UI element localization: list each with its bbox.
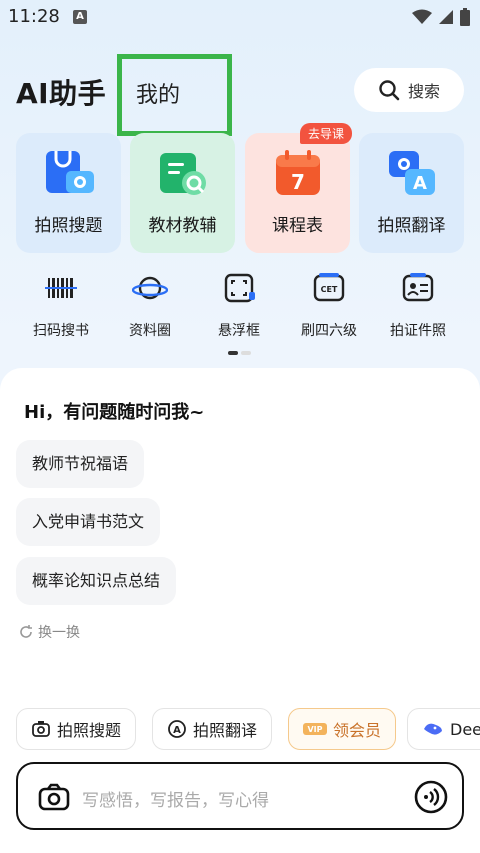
card-photo-search[interactable]: 拍照搜题: [16, 133, 121, 253]
deepseek-icon: [424, 723, 442, 735]
card-schedule[interactable]: 去导课 7 课程表: [245, 123, 352, 253]
app-notification-icon: A: [73, 10, 87, 24]
photo-search-icon: [46, 151, 94, 193]
chat-input-bar[interactable]: 写感悟，写报告，写心得: [16, 762, 464, 830]
tool-label: 扫码搜书: [33, 323, 89, 339]
suggestion-item[interactable]: 概率论知识点总结: [16, 557, 177, 605]
chip-label: Dee: [450, 719, 480, 739]
card-label: 拍照搜题: [34, 216, 103, 236]
search-icon: [379, 80, 400, 101]
svg-text:7: 7: [291, 170, 305, 194]
vip-icon: VIP: [303, 723, 327, 735]
status-icons: [412, 8, 470, 26]
quick-chips: 拍照搜题 A 拍照翻译 VIP 领会员 Dee: [16, 708, 480, 750]
float-frame-icon: [224, 273, 255, 303]
page-dot-active: [228, 351, 238, 355]
card-textbook[interactable]: 教材教辅: [130, 133, 235, 253]
status-time: 11:28: [8, 6, 60, 27]
voice-input-icon[interactable]: [414, 780, 448, 814]
card-photo-translate[interactable]: A 拍照翻译: [359, 133, 464, 253]
svg-text:A: A: [173, 725, 181, 736]
camera-icon: [32, 721, 50, 737]
card-label: 教材教辅: [148, 216, 217, 236]
photo-translate-icon: A: [389, 151, 435, 195]
refresh-icon: [20, 625, 32, 638]
tool-label: 拍证件照: [390, 323, 446, 339]
card-label: 课程表: [272, 216, 323, 236]
cet-icon: CET: [313, 273, 345, 302]
tool-float-frame[interactable]: 悬浮框: [194, 270, 284, 340]
refresh-button[interactable]: 换一换: [18, 622, 80, 642]
chip-photo-search[interactable]: 拍照搜题: [16, 708, 137, 750]
chip-deepseek[interactable]: Dee: [407, 708, 480, 750]
tool-row: 扫码搜书 资料圈 悬浮框 CET 刷四六级 拍证件照: [16, 270, 466, 340]
tab-mine[interactable]: 我的: [117, 54, 232, 136]
planet-icon: [131, 276, 169, 300]
calendar-icon: 7: [276, 150, 320, 195]
suggestion-item[interactable]: 教师节祝福语: [16, 440, 145, 488]
page-dot: [241, 351, 251, 355]
greeting: Hi，有问题随时问我~: [24, 402, 205, 423]
tool-id-photo[interactable]: 拍证件照: [373, 270, 463, 340]
svg-text:VIP: VIP: [307, 725, 322, 734]
chip-vip[interactable]: VIP 领会员: [288, 708, 397, 750]
card-label: 拍照翻译: [377, 216, 446, 236]
suggestion-item[interactable]: 入党申请书范文: [16, 498, 161, 546]
app-title: AI助手: [16, 77, 107, 110]
textbook-icon: [160, 153, 206, 195]
translate-icon: A: [168, 720, 186, 738]
battery-icon: [460, 8, 470, 26]
guide-course-badge: 去导课: [299, 123, 352, 144]
svg-text:A: A: [413, 173, 427, 194]
tool-cet[interactable]: CET 刷四六级: [284, 270, 374, 340]
barcode-icon: [45, 278, 77, 298]
signal-icon: [439, 10, 453, 24]
tool-scan-book[interactable]: 扫码搜书: [16, 270, 106, 340]
search-label: 搜索: [407, 82, 440, 101]
chip-label: 领会员: [333, 721, 382, 740]
chat-input-placeholder[interactable]: 写感悟，写报告，写心得: [82, 786, 269, 811]
tool-materials[interactable]: 资料圈: [105, 270, 195, 340]
svg-text:CET: CET: [321, 285, 338, 294]
chip-photo-translate[interactable]: A 拍照翻译: [152, 708, 273, 750]
refresh-label: 换一换: [38, 625, 80, 641]
id-photo-icon: [402, 273, 434, 302]
chip-label: 拍照搜题: [57, 721, 122, 740]
tool-label: 刷四六级: [301, 323, 357, 339]
tool-label: 资料圈: [129, 323, 171, 339]
search-button[interactable]: 搜索: [354, 68, 464, 112]
chip-label: 拍照翻译: [193, 721, 258, 740]
tool-label: 悬浮框: [218, 323, 260, 339]
feature-cards: 拍照搜题 教材教辅 去导课 7 课程表 A 拍照翻译: [16, 123, 464, 253]
status-bar: 11:28 A: [0, 0, 480, 36]
tab-mine-label: 我的: [136, 83, 181, 108]
camera-icon[interactable]: [38, 782, 70, 812]
wifi-icon: [412, 9, 432, 24]
page-indicator: [228, 351, 251, 355]
